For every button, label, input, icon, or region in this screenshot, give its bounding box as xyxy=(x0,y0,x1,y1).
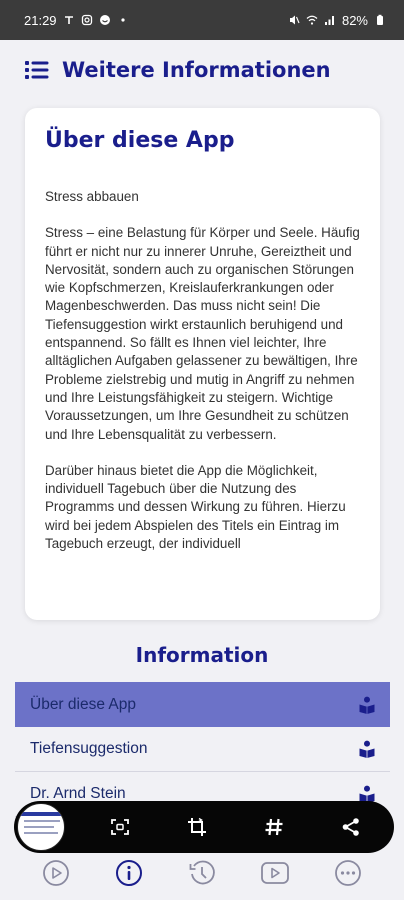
mute-icon xyxy=(289,15,300,25)
hashtag-icon xyxy=(265,818,283,836)
share-button[interactable] xyxy=(329,805,373,849)
nav-info[interactable] xyxy=(111,855,147,891)
book-reader-icon xyxy=(359,696,375,714)
battery-percentage: 82% xyxy=(341,12,368,28)
notification-icon xyxy=(64,16,73,24)
status-bar: 21:29 82% xyxy=(0,0,404,40)
screenshot-scan-icon xyxy=(111,819,129,835)
card-text-scroll[interactable]: Stress abbauen Stress – eine Belastung f… xyxy=(45,188,368,586)
info-item-about-app[interactable]: Über diese App xyxy=(15,682,390,727)
screenshot-toolbar xyxy=(14,801,394,853)
about-card: Über diese App Stress abbauen Stress – e… xyxy=(25,108,380,620)
info-item-label: Tiefensuggestion xyxy=(30,740,148,757)
screenshot-thumbnail[interactable] xyxy=(17,803,65,851)
menu-list-icon xyxy=(25,61,49,79)
info-circle-icon xyxy=(116,860,143,886)
signal-icon xyxy=(324,16,334,25)
nav-history[interactable] xyxy=(184,855,220,891)
information-heading: Information xyxy=(135,643,269,667)
video-play-icon xyxy=(260,862,289,884)
history-icon xyxy=(189,860,215,885)
card-paragraph-subtitle: Stress abbauen xyxy=(45,189,139,204)
smiley-icon xyxy=(99,15,110,25)
status-right: 82% xyxy=(288,13,386,28)
bottom-navigation xyxy=(0,846,404,900)
info-item-label: Über diese App xyxy=(30,695,136,713)
card-paragraph-1: Stress – eine Belastung für Körper und S… xyxy=(45,225,360,442)
status-left: 21:29 xyxy=(24,13,129,28)
edit-crop-button[interactable] xyxy=(175,805,219,849)
instagram-icon xyxy=(81,14,92,26)
battery-icon xyxy=(377,14,383,25)
card-title: Über diese App xyxy=(45,128,235,153)
play-circle-icon xyxy=(43,860,70,886)
book-reader-icon xyxy=(359,740,375,758)
nav-video[interactable] xyxy=(257,855,293,891)
nav-play[interactable] xyxy=(38,855,74,891)
app-header: Weitere Informationen xyxy=(0,40,404,100)
info-item-tiefensuggestion[interactable]: Tiefensuggestion xyxy=(15,727,390,772)
tag-button[interactable] xyxy=(252,805,296,849)
crop-rotate-icon xyxy=(188,817,206,836)
status-time: 21:29 xyxy=(24,12,57,28)
information-list: Über diese App Tiefensuggestion Dr. Arnd… xyxy=(15,682,390,817)
more-circle-icon xyxy=(334,860,361,886)
nav-more[interactable] xyxy=(330,855,366,891)
dot-icon xyxy=(120,18,125,22)
scroll-capture-button[interactable] xyxy=(98,805,142,849)
wifi-icon xyxy=(306,15,318,25)
page-title: Weitere Informationen xyxy=(62,58,331,82)
share-icon xyxy=(342,818,359,836)
menu-button[interactable] xyxy=(24,57,50,83)
card-paragraph-2: Darüber hinaus bietet die App die Möglic… xyxy=(45,462,346,552)
